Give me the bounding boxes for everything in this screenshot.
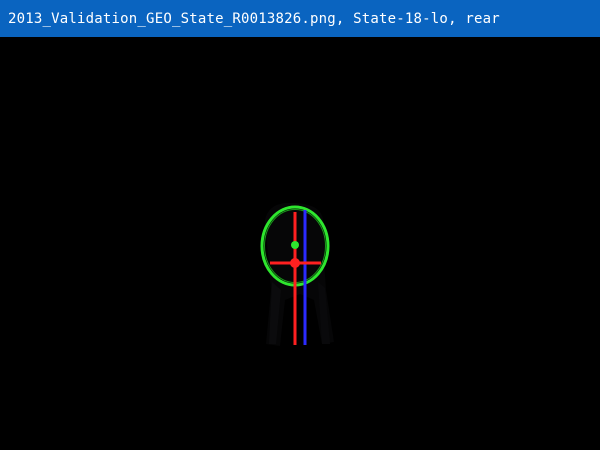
green-dot-icon [291, 241, 299, 249]
annotation-overlay [260, 202, 334, 346]
image-viewer-window: 2013_Validation_GEO_State_R0013826.png, … [0, 0, 600, 450]
red-center-dot-icon [290, 258, 300, 268]
